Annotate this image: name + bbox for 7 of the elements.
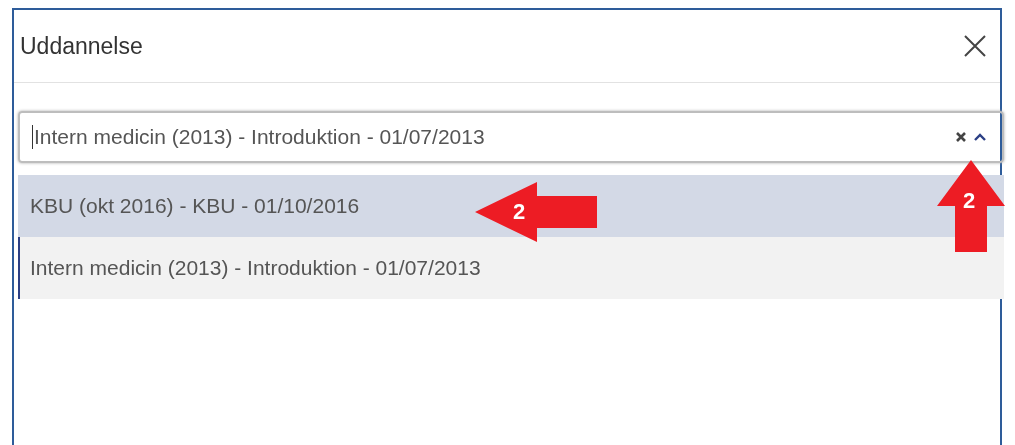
- dropdown-option[interactable]: Intern medicin (2013) - Introduktion - 01/07/2013: [18, 237, 1004, 299]
- callout-number: 2: [513, 199, 526, 225]
- callout-number: 2: [963, 188, 976, 214]
- select-field[interactable]: Intern medicin (2013) - Introduktion - 01/07/2013: [18, 111, 1004, 163]
- selected-value: Intern medicin (2013) - Introduktion - 01/07/2013: [34, 125, 486, 149]
- text-cursor: [32, 125, 33, 149]
- dialog-title: Uddannelse: [20, 32, 143, 60]
